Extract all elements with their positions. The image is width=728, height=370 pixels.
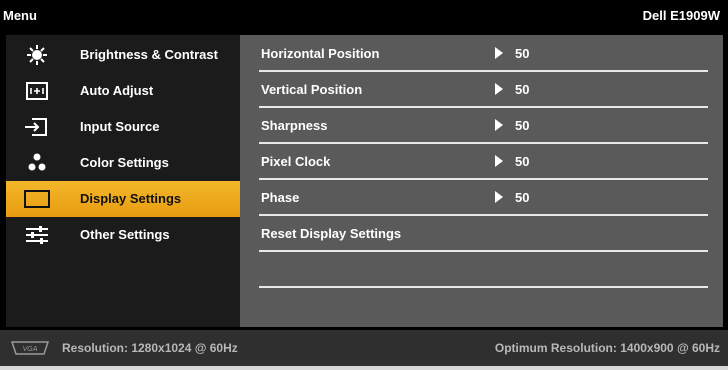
setting-value: 50	[515, 190, 530, 205]
brightness-icon	[22, 43, 52, 67]
menu-item-label: Other Settings	[80, 227, 170, 242]
monitor-osd: Menu Dell E1909W Brightness & Contrast A…	[0, 0, 728, 370]
setting-label: Horizontal Position	[261, 46, 380, 61]
auto-adjust-icon	[22, 79, 52, 103]
setting-value: 50	[515, 118, 530, 133]
setting-vertical-position[interactable]: Vertical Position 50	[259, 72, 708, 108]
setting-label: Pixel Clock	[261, 154, 331, 169]
setting-value: 50	[515, 46, 530, 61]
setting-horizontal-position[interactable]: Horizontal Position 50	[259, 36, 708, 72]
optimum-resolution: Optimum Resolution: 1400x900 @ 60Hz	[494, 341, 720, 355]
current-resolution: Resolution: 1280x1024 @ 60Hz	[62, 341, 238, 355]
menu-item-label: Display Settings	[80, 191, 182, 206]
setting-empty-row	[259, 252, 708, 288]
menu-item-color-settings[interactable]: Color Settings	[6, 145, 240, 181]
arrow-right-icon	[495, 47, 503, 59]
vga-icon: VGA	[10, 341, 50, 355]
other-settings-icon	[22, 223, 52, 247]
menu-item-brightness-contrast[interactable]: Brightness & Contrast	[6, 37, 240, 73]
menu-item-display-settings[interactable]: Display Settings	[6, 181, 240, 217]
setting-label: Reset Display Settings	[261, 226, 402, 241]
svg-text:VGA: VGA	[23, 346, 38, 353]
setting-label: Vertical Position	[261, 82, 363, 97]
menu-item-label: Color Settings	[80, 155, 169, 170]
setting-pixel-clock[interactable]: Pixel Clock 50	[259, 144, 708, 180]
model-name: Dell E1909W	[642, 8, 720, 23]
row-divider	[259, 286, 708, 288]
menu-item-label: Auto Adjust	[80, 83, 154, 98]
setting-reset-display-settings[interactable]: Reset Display Settings	[259, 216, 708, 252]
arrow-right-icon	[495, 119, 503, 131]
input-source-icon	[22, 115, 52, 139]
status-bar: VGA Resolution: 1280x1024 @ 60Hz Optimum…	[0, 330, 728, 366]
menu-item-other-settings[interactable]: Other Settings	[6, 217, 240, 253]
setting-sharpness[interactable]: Sharpness 50	[259, 108, 708, 144]
menu-item-label: Brightness & Contrast	[80, 47, 218, 62]
setting-label: Phase	[261, 190, 300, 205]
arrow-right-icon	[495, 155, 503, 167]
setting-phase[interactable]: Phase 50	[259, 180, 708, 216]
bottom-border	[0, 366, 728, 370]
setting-value: 50	[515, 154, 530, 169]
display-settings-icon	[22, 187, 52, 211]
menu-item-auto-adjust[interactable]: Auto Adjust	[6, 73, 240, 109]
arrow-right-icon	[495, 83, 503, 95]
setting-label: Sharpness	[261, 118, 328, 133]
display-settings-panel: Horizontal Position 50 Vertical Position…	[240, 35, 723, 327]
setting-value: 50	[515, 82, 530, 97]
menu-title: Menu	[3, 8, 37, 23]
main-menu: Brightness & Contrast Auto Adjust Input …	[6, 35, 240, 327]
color-settings-icon	[22, 151, 52, 175]
menu-item-label: Input Source	[80, 119, 160, 134]
menu-item-input-source[interactable]: Input Source	[6, 109, 240, 145]
arrow-right-icon	[495, 191, 503, 203]
osd-header: Menu Dell E1909W	[0, 0, 728, 34]
